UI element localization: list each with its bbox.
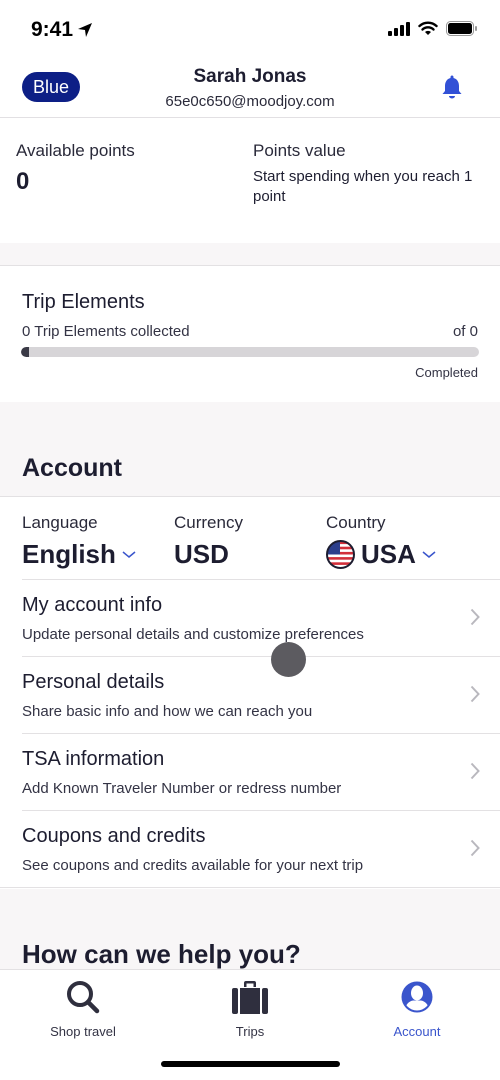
- us-flag-icon: [326, 540, 355, 569]
- trip-elements-title: Trip Elements: [22, 291, 145, 313]
- country-label: Country: [326, 513, 386, 532]
- user-email: 65e0c650@moodjoy.com: [165, 93, 335, 110]
- country-value: USA: [361, 539, 416, 569]
- country-selector[interactable]: Country USA: [326, 513, 436, 570]
- search-icon: [67, 981, 100, 1014]
- menu-item-title: Personal details: [22, 671, 165, 693]
- menu-item-personal-details[interactable]: Personal details Share basic info and ho…: [0, 657, 500, 734]
- menu-item-subtitle: Add Known Traveler Number or redress num…: [22, 780, 342, 797]
- cellular-signal-icon: [388, 21, 410, 36]
- home-indicator[interactable]: [161, 1061, 340, 1067]
- bell-icon: [442, 75, 462, 99]
- language-value: English: [22, 539, 116, 569]
- clock-text: 9:41: [31, 18, 74, 41]
- chevron-right-icon: [470, 685, 480, 703]
- trip-elements-progress-bar: [21, 347, 479, 357]
- trip-elements-collected: 0 Trip Elements collected: [22, 323, 190, 340]
- suitcase-icon: [232, 981, 268, 1014]
- points-value-description: Start spending when you reach 1 point: [253, 168, 473, 205]
- chevron-down-icon: [422, 550, 436, 558]
- menu-item-title: TSA information: [22, 748, 165, 770]
- menu-item-coupons-and-credits[interactable]: Coupons and credits See coupons and cred…: [0, 811, 500, 888]
- currency-selector[interactable]: Currency USD: [174, 513, 243, 570]
- currency-label: Currency: [174, 513, 243, 532]
- help-section: How can we help you?: [0, 889, 500, 970]
- points-value-label: Points value: [253, 141, 346, 160]
- menu-item-title: My account info: [22, 594, 163, 616]
- menu-item-my-account-info[interactable]: My account info Update personal details …: [0, 580, 500, 657]
- status-time: 9:41: [31, 18, 93, 42]
- location-arrow-icon: [78, 23, 93, 37]
- status-bar: 9:41: [0, 0, 500, 56]
- chevron-right-icon: [470, 608, 480, 626]
- notifications-button[interactable]: [440, 74, 464, 105]
- tab-shop-travel[interactable]: Shop travel: [0, 978, 166, 1039]
- points-summary: Available points 0 Points value Start sp…: [0, 119, 500, 243]
- section-spacer: [0, 243, 500, 265]
- user-name: Sarah Jonas: [193, 66, 307, 87]
- menu-item-tsa-information[interactable]: TSA information Add Known Traveler Numbe…: [0, 734, 500, 811]
- tab-label: Account: [393, 1024, 441, 1039]
- account-icon: [401, 981, 433, 1013]
- chevron-down-icon: [122, 550, 136, 558]
- account-title: Account: [22, 454, 122, 482]
- trip-elements-total: of 0: [452, 323, 478, 340]
- tab-account[interactable]: Account: [334, 978, 500, 1039]
- preferences-row: Language English Currency USD Country US…: [0, 497, 500, 580]
- language-selector[interactable]: Language English: [22, 513, 136, 570]
- menu-item-subtitle: See coupons and credits available for yo…: [22, 857, 364, 874]
- chevron-right-icon: [470, 762, 480, 780]
- battery-icon: [446, 21, 477, 36]
- help-title: How can we help you?: [22, 939, 301, 969]
- trip-elements-card: Trip Elements 0 Trip Elements collected …: [0, 265, 500, 402]
- menu-item-subtitle: Share basic info and how we can reach yo…: [22, 703, 313, 720]
- language-label: Language: [22, 513, 98, 532]
- available-points-value: 0: [16, 168, 30, 195]
- account-section-header: Account: [0, 402, 500, 497]
- chevron-right-icon: [470, 839, 480, 857]
- tab-label: Shop travel: [50, 1024, 116, 1039]
- touch-indicator: [271, 642, 306, 677]
- menu-item-subtitle: Update personal details and customize pr…: [22, 626, 364, 643]
- available-points-label: Available points: [16, 141, 135, 160]
- menu-item-title: Coupons and credits: [22, 825, 206, 847]
- tab-label: Trips: [235, 1024, 265, 1039]
- profile-header: Blue Sarah Jonas 65e0c650@moodjoy.com: [0, 56, 500, 118]
- wifi-icon: [418, 21, 438, 35]
- completed-label: Completed: [415, 365, 478, 380]
- divider: [0, 887, 500, 888]
- currency-value: USD: [174, 539, 229, 569]
- tab-trips[interactable]: Trips: [167, 978, 333, 1039]
- progress-fill: [21, 347, 29, 357]
